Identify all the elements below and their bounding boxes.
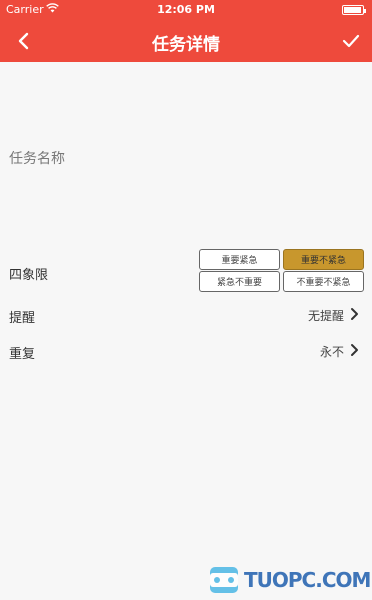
task-name-input[interactable] [9,148,359,170]
chevron-right-icon[interactable] [350,307,360,321]
reminder-label: 提醒 [9,311,36,326]
repeat-value[interactable]: 永不 [320,343,344,360]
quadrant-option-not-important-not-urgent[interactable]: 不重要不紧急 [283,271,364,292]
tape-logo-icon [210,567,238,593]
quadrant-label: 四象限 [9,268,49,283]
quadrant-option-important-not-urgent[interactable]: 重要不紧急 [283,249,364,270]
page-title: 任务详情 [152,35,220,55]
status-time: 12:06 PM [157,3,215,16]
battery-icon [342,5,366,15]
chevron-right-icon[interactable] [350,343,360,357]
quadrant-option-urgent-not-important[interactable]: 紧急不重要 [199,271,280,292]
checkmark-icon [342,34,360,48]
repeat-label: 重复 [9,347,36,362]
nav-bar: 任务详情 [0,20,372,62]
quadrant-option-important-urgent[interactable]: 重要紧急 [199,249,280,270]
reminder-value[interactable]: 无提醒 [308,307,344,324]
status-bar: Carrier 12:06 PM [0,0,372,20]
watermark-text: TUOPC.COM [244,568,371,592]
confirm-button[interactable] [338,28,364,54]
watermark-logo: TUOPC.COM [210,564,371,596]
